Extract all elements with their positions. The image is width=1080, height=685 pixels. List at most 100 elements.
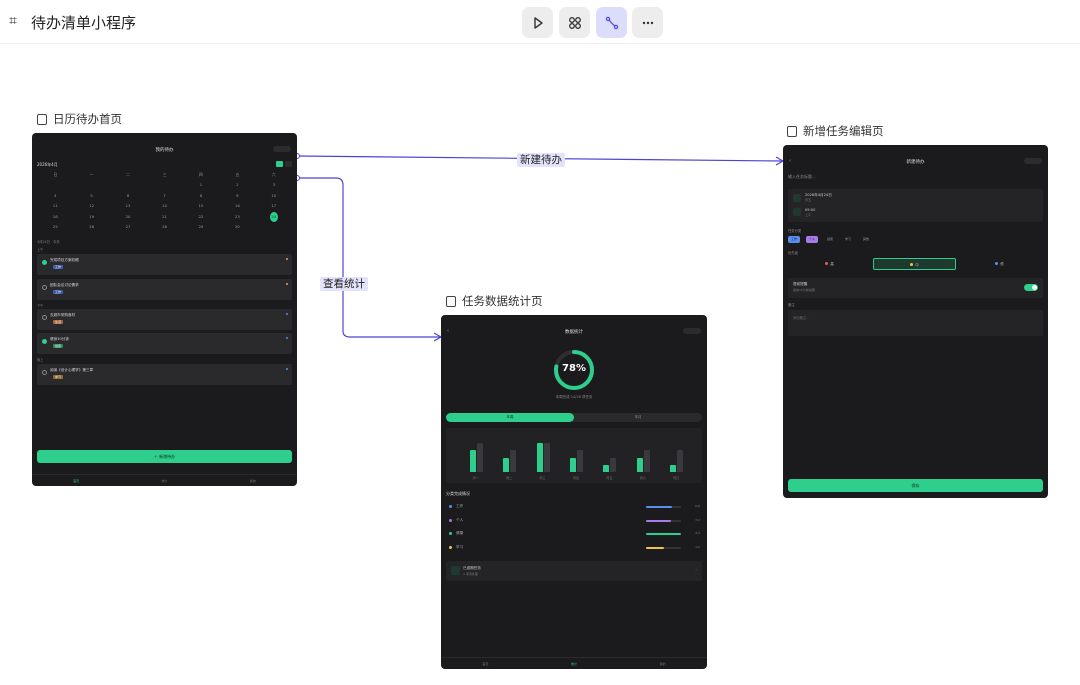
preview-button[interactable] — [522, 7, 553, 38]
tab-item[interactable]: 统计 — [161, 479, 167, 483]
checkbox[interactable] — [42, 370, 47, 375]
home-tab-bar[interactable]: 首页 统计 我的 — [32, 474, 297, 486]
month-switch[interactable] — [276, 161, 292, 167]
calendar-day[interactable]: 5 — [73, 191, 109, 202]
checkbox[interactable] — [42, 339, 47, 344]
calendar-day[interactable]: 22 — [183, 212, 219, 223]
tab-item[interactable]: 首页 — [482, 662, 488, 666]
tab-item[interactable]: 我的 — [660, 662, 666, 666]
calendar-day[interactable]: 28 — [146, 222, 182, 233]
calendar-day[interactable]: 10 — [256, 191, 292, 202]
components-button[interactable] — [559, 7, 590, 38]
calendar-day[interactable]: 3 — [256, 180, 292, 191]
components-icon — [568, 16, 581, 29]
bar-done — [670, 464, 677, 472]
task-item[interactable]: 团队会议讨论需求 工作 — [37, 279, 292, 300]
capsule-menu[interactable] — [1024, 158, 1042, 164]
connector-label-new-todo[interactable]: 新建待办 — [517, 153, 565, 167]
calendar-day[interactable]: 19 — [73, 212, 109, 223]
home-screen[interactable]: 我的待办 2026年4月 日一二三四五六 1 2 3 4 5 6 7 8 9 10 11 12 13 14… — [32, 133, 297, 486]
tab-item[interactable]: 统计 — [571, 662, 577, 666]
calendar-day[interactable]: 27 — [110, 222, 146, 233]
calendar-day[interactable]: 2 — [219, 180, 255, 191]
calendar-day[interactable]: 9 — [219, 191, 255, 202]
connector-label-view-stats[interactable]: 查看统计 — [320, 277, 368, 291]
frame-label-stats[interactable]: 任务数据统计页 — [446, 293, 543, 309]
category-row[interactable]: 健康 4/4 — [446, 529, 702, 539]
checkbox[interactable] — [42, 315, 47, 320]
task-item[interactable]: 阅读《设计心理学》第三章 学习 — [37, 364, 292, 385]
calendar-day[interactable]: 6 — [110, 191, 146, 202]
more-button[interactable] — [632, 7, 663, 38]
priority-option[interactable]: 高 — [788, 258, 871, 270]
bar-planned — [543, 443, 550, 472]
calendar-day[interactable]: 15 — [183, 201, 219, 212]
today-marker[interactable]: 24 — [269, 211, 278, 222]
segment-month[interactable]: 本月 — [574, 413, 702, 422]
tab-item[interactable]: 我的 — [250, 479, 256, 483]
task-item[interactable]: 去超市采购食材 生活 — [37, 309, 292, 330]
calendar-day[interactable]: 8 — [183, 191, 219, 202]
checkbox[interactable] — [42, 260, 47, 265]
calendar-day[interactable]: 17 — [256, 201, 292, 212]
capsule-menu[interactable] — [273, 146, 291, 152]
priority-dot — [286, 368, 288, 370]
reminder-toggle[interactable] — [1024, 284, 1038, 291]
calendar-day[interactable]: 30 — [219, 222, 255, 233]
edit-screen[interactable]: ‹ 新建待办 输入任务标题… 2026年4月24日 周五 09:00 上午 任务… — [783, 145, 1048, 498]
calendar-day[interactable]: 29 — [183, 222, 219, 233]
frame-label-edit[interactable]: 新增任务编辑页 — [787, 123, 884, 139]
notes-input[interactable]: 添加备注… — [788, 310, 1043, 336]
calendar-day[interactable]: 14 — [146, 201, 182, 212]
overdue-card[interactable]: 已逾期任务 2 项待处理 › — [446, 561, 702, 581]
priority-option[interactable]: 低 — [958, 258, 1041, 270]
category-dot — [449, 545, 452, 549]
stats-tab-bar[interactable]: 首页 统计 我的 — [441, 657, 707, 669]
tab-item[interactable]: 首页 — [73, 479, 79, 483]
day-label: 周日 — [673, 476, 680, 480]
reminder-row[interactable]: 提前提醒 提前15分钟提醒 — [788, 278, 1043, 298]
calendar-day[interactable]: 24 — [256, 211, 292, 222]
calendar-day[interactable]: 21 — [146, 212, 182, 223]
category-chip[interactable]: 个人 — [806, 236, 819, 243]
calendar-day[interactable]: 25 — [37, 222, 73, 233]
calendar-day[interactable]: 11 — [37, 201, 73, 212]
capsule-menu[interactable] — [683, 328, 701, 334]
category-chip[interactable]: 学习 — [842, 236, 854, 243]
category-chip[interactable]: 工作 — [788, 236, 801, 243]
category-chip[interactable]: 其他 — [860, 236, 872, 243]
calendar-day[interactable]: 13 — [110, 201, 146, 212]
priority-option[interactable]: 中 — [873, 258, 956, 270]
calendar-day[interactable]: 23 — [219, 212, 255, 223]
calendar-day[interactable]: 26 — [73, 222, 109, 233]
task-item[interactable]: 健身30分钟 健康 — [37, 333, 292, 354]
category-row[interactable]: 工作 6/8 — [446, 502, 702, 512]
task-name: 完成项目方案初稿 — [50, 258, 79, 262]
stats-screen[interactable]: ‹ 数据统计 78% 本周完成 14/18 项任务 本周 本月 周一 周二 周三 周四… — [441, 315, 707, 669]
datetime-card[interactable]: 2026年4月24日 周五 09:00 上午 — [788, 189, 1043, 222]
category-chip[interactable]: 健康 — [824, 236, 836, 243]
save-button[interactable]: 保存 — [788, 479, 1043, 492]
category-row[interactable]: 个人 3/4 — [446, 516, 702, 526]
add-todo-button[interactable]: ＋ 新增待办 — [37, 450, 292, 463]
progress-track — [646, 533, 681, 535]
calendar-day[interactable]: 16 — [219, 201, 255, 212]
frame-label-home[interactable]: 日历待办首页 — [37, 111, 122, 127]
calendar-day[interactable]: 1 — [183, 180, 219, 191]
calendar-day[interactable]: 7 — [146, 191, 182, 202]
flow-button[interactable] — [596, 7, 627, 38]
segment-week[interactable]: 本周 — [446, 413, 574, 422]
more-icon — [642, 21, 653, 24]
calendar-grid[interactable]: 1 2 3 4 5 6 7 8 9 10 11 12 13 14 15 16 17 18 19 20 21 22 23 24 2… — [37, 180, 292, 233]
calendar-day[interactable]: 12 — [73, 201, 109, 212]
overdue-subtitle: 2 项待处理 — [463, 572, 478, 576]
period-segment[interactable]: 本周 本月 — [446, 413, 702, 422]
canvas[interactable]: 新建待办 查看统计 日历待办首页 任务数据统计页 新增任务编辑页 我的待办 20… — [0, 45, 1080, 685]
calendar-day[interactable]: 20 — [110, 212, 146, 223]
calendar-day[interactable]: 4 — [37, 191, 73, 202]
task-item[interactable]: 完成项目方案初稿 工作 — [37, 254, 292, 275]
category-row[interactable]: 学习 1/2 — [446, 543, 702, 553]
calendar-day[interactable]: 18 — [37, 212, 73, 223]
title-input[interactable]: 输入任务标题… — [788, 174, 816, 180]
checkbox[interactable] — [42, 285, 47, 290]
